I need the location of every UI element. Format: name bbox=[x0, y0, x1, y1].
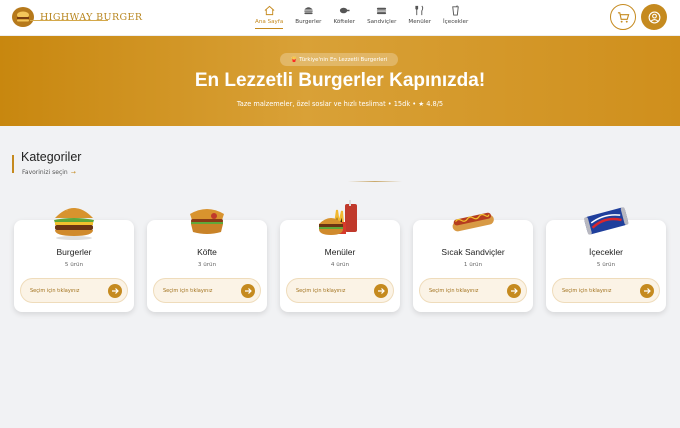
card-name: Burgerler bbox=[56, 247, 92, 257]
card-count: 4 ürün bbox=[330, 262, 350, 268]
card-name: Menüler bbox=[324, 247, 356, 257]
burger-icon bbox=[302, 4, 314, 16]
card-count: 3 ürün bbox=[197, 262, 217, 268]
category-card-sicak-sandvicler[interactable]: Sıcak Sandviçler 1 ürün Seçim için tıkla… bbox=[413, 212, 533, 312]
arrow-right-icon bbox=[640, 283, 654, 298]
card-count: 5 ürün bbox=[596, 262, 616, 268]
arrow-right-icon bbox=[241, 283, 255, 298]
categories-subtitle: Favorinizi seçin → bbox=[22, 169, 76, 176]
category-card-menuler[interactable]: Menüler 4 ürün Seçim için tıklayınız bbox=[280, 200, 400, 312]
cart-button[interactable] bbox=[610, 4, 636, 30]
nav-label: İçecekler bbox=[443, 19, 469, 25]
hero-subtitle: Taze malzemeler, özel soslar ve hızlı te… bbox=[236, 100, 444, 108]
select-button[interactable]: Seçim için tıklayınız bbox=[153, 278, 261, 303]
select-button-label: Seçim için tıklayınız bbox=[163, 287, 213, 294]
nav-item-kofteler[interactable]: Köfteler bbox=[333, 4, 355, 29]
section-accent-bar bbox=[12, 155, 14, 173]
select-button[interactable]: Seçim için tıklayınız bbox=[552, 278, 660, 303]
nav-label: Ana Sayfa bbox=[255, 19, 284, 25]
category-cards: Burgerler 5 ürün Seçim için tıklayınız K… bbox=[14, 200, 679, 312]
user-icon bbox=[648, 11, 660, 23]
arrow-right-icon: → bbox=[70, 169, 76, 176]
meat-icon bbox=[338, 4, 350, 16]
cart-icon bbox=[617, 11, 629, 23]
arrow-right-icon bbox=[374, 283, 388, 298]
select-button-label: Seçim için tıklayınız bbox=[429, 287, 479, 294]
arrow-right-icon bbox=[507, 283, 521, 298]
nav-item-burgerler[interactable]: Burgerler bbox=[295, 4, 321, 29]
drink-icon bbox=[450, 4, 462, 16]
select-button[interactable]: Seçim için tıklayınız bbox=[286, 278, 394, 303]
menu-combo-image bbox=[315, 200, 365, 240]
hero-banner: 🍟 Türkiye'nin En Lezzetli Burgerleri En … bbox=[0, 36, 680, 126]
select-button-label: Seçim için tıklayınız bbox=[562, 287, 612, 294]
nav-active-underline bbox=[255, 28, 284, 29]
nav-label: Köfteler bbox=[333, 19, 356, 25]
brand-underline bbox=[30, 20, 108, 21]
category-card-icecekler[interactable]: İçecekler 5 ürün Seçim için tıklayınız bbox=[546, 207, 666, 312]
nav-item-menuler[interactable]: Menüler bbox=[408, 4, 431, 29]
select-button[interactable]: Seçim için tıklayınız bbox=[20, 278, 128, 303]
nav-item-sandvicler[interactable]: Sandviçler bbox=[367, 4, 396, 29]
sandwich-icon bbox=[376, 4, 388, 16]
categories-title: Kategoriler bbox=[21, 150, 82, 164]
nav-item-ana-sayfa[interactable]: Ana Sayfa bbox=[255, 4, 283, 29]
categories-subtitle-text: Favorinizi seçin bbox=[22, 169, 68, 176]
card-count: 1 ürün bbox=[463, 262, 483, 268]
card-name: Sıcak Sandviçler bbox=[441, 247, 505, 257]
main-nav: Ana Sayfa Burgerler Köfteler Sandviçler bbox=[255, 4, 480, 29]
burger-image bbox=[49, 200, 99, 240]
card-name: İçecekler bbox=[588, 247, 623, 257]
select-button[interactable]: Seçim için tıklayınız bbox=[419, 278, 527, 303]
section-divider bbox=[348, 181, 402, 182]
brand-logo[interactable]: HIGHWAY BURGER bbox=[12, 7, 142, 27]
card-name: Köfte bbox=[197, 247, 217, 257]
nav-label: Menüler bbox=[408, 19, 432, 25]
arrow-right-icon bbox=[108, 283, 122, 298]
nav-label: Sandviçler bbox=[367, 19, 397, 25]
card-count: 5 ürün bbox=[64, 262, 84, 268]
nav-label: Burgerler bbox=[295, 19, 322, 25]
soda-can-image bbox=[581, 200, 631, 240]
home-icon bbox=[263, 4, 275, 16]
profile-button[interactable] bbox=[641, 4, 667, 30]
category-card-burgerler[interactable]: Burgerler 5 ürün Seçim için tıklayınız bbox=[14, 207, 134, 312]
top-header: HIGHWAY BURGER Ana Sayfa Burgerler Köfte… bbox=[0, 0, 680, 36]
select-button-label: Seçim için tıklayınız bbox=[30, 287, 80, 294]
select-button-label: Seçim için tıklayınız bbox=[296, 287, 346, 294]
utensils-icon bbox=[414, 4, 426, 16]
kofte-sandwich-image bbox=[182, 200, 232, 240]
category-card-kofte[interactable]: Köfte 3 ürün Seçim için tıklayınız bbox=[147, 209, 267, 312]
nav-item-icecekler[interactable]: İçecekler bbox=[443, 4, 468, 29]
hero-title: En Lezzetli Burgerler Kapınızda! bbox=[194, 70, 486, 91]
hotdog-image bbox=[448, 200, 498, 240]
burger-logo-icon bbox=[12, 7, 34, 27]
hero-pill-badge: 🍟 Türkiye'nin En Lezzetli Burgerleri bbox=[280, 53, 398, 66]
